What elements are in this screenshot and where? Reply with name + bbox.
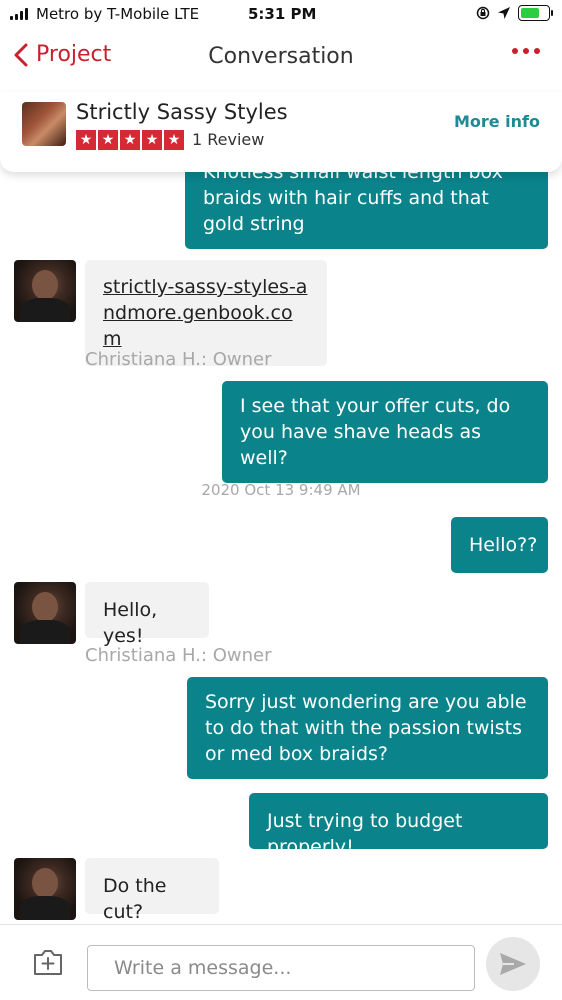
message-text: Sorry just wondering are you able to do … [205,691,527,765]
business-header: Strictly Sassy Styles ★ ★ ★ ★ ★ 1 Review Mor… [0,92,562,172]
outgoing-message: Hello?? [451,517,548,573]
timestamp: 2020 Oct 13 9:49 AM [201,481,361,499]
carrier-label: Metro by T-Mobile LTE [36,5,200,23]
message-text: Just trying to budget properly! [267,810,463,858]
send-button[interactable] [486,937,540,991]
camera-plus-icon[interactable] [32,947,64,977]
star-icon: ★ [142,130,162,150]
send-icon [500,953,526,975]
outgoing-message: Just trying to budget properly! [249,793,548,858]
message-text: Do the cut? [103,875,167,923]
message-composer [0,924,562,1000]
status-indicators [476,5,553,21]
star-icon: ★ [98,130,118,150]
more-dots-icon[interactable] [512,48,540,54]
review-count[interactable]: 1 Review [192,130,264,149]
outgoing-message: Sorry just wondering are you able to do … [187,677,548,779]
battery-level [521,8,539,18]
message-text: Hello?? [469,534,538,556]
star-icon: ★ [164,130,184,150]
avatar[interactable] [14,260,76,322]
business-name: Strictly Sassy Styles [76,100,288,124]
message-input[interactable] [87,945,475,991]
star-icon: ★ [120,130,140,150]
message-list[interactable]: Knotless small waist length box braids w… [0,172,562,924]
star-icon: ★ [76,130,96,150]
message-link[interactable]: strictly-sassy-styles-andmore.genbook.co… [103,276,307,350]
sender-label: Christiana H.: Owner [85,645,272,666]
message-text: Knotless small waist length box braids w… [203,172,503,235]
message-text: Hello, yes! [103,599,158,647]
incoming-message: Hello, yes! [85,582,209,647]
business-avatar[interactable] [22,102,66,146]
outgoing-message: I see that your offer cuts, do you have … [222,381,548,483]
outgoing-message: Knotless small waist length box braids w… [185,172,548,249]
page-title: Conversation [208,44,354,69]
sender-label: Christiana H.: Owner [85,349,272,370]
avatar[interactable] [14,582,76,644]
incoming-message: Do the cut? [85,858,219,923]
status-bar: Metro by T-Mobile LTE 5:31 PM [0,0,562,30]
rotation-lock-icon [476,6,490,20]
battery-icon [518,5,553,21]
more-info-link[interactable]: More info [454,112,540,131]
message-text: I see that your offer cuts, do you have … [240,395,511,469]
nav-bar: Project Conversation [0,36,562,80]
rating-stars: ★ ★ ★ ★ ★ [76,130,184,150]
status-time: 5:31 PM [248,5,317,23]
location-arrow-icon [498,7,510,19]
avatar[interactable] [14,858,76,920]
signal-bars-icon [10,8,28,20]
